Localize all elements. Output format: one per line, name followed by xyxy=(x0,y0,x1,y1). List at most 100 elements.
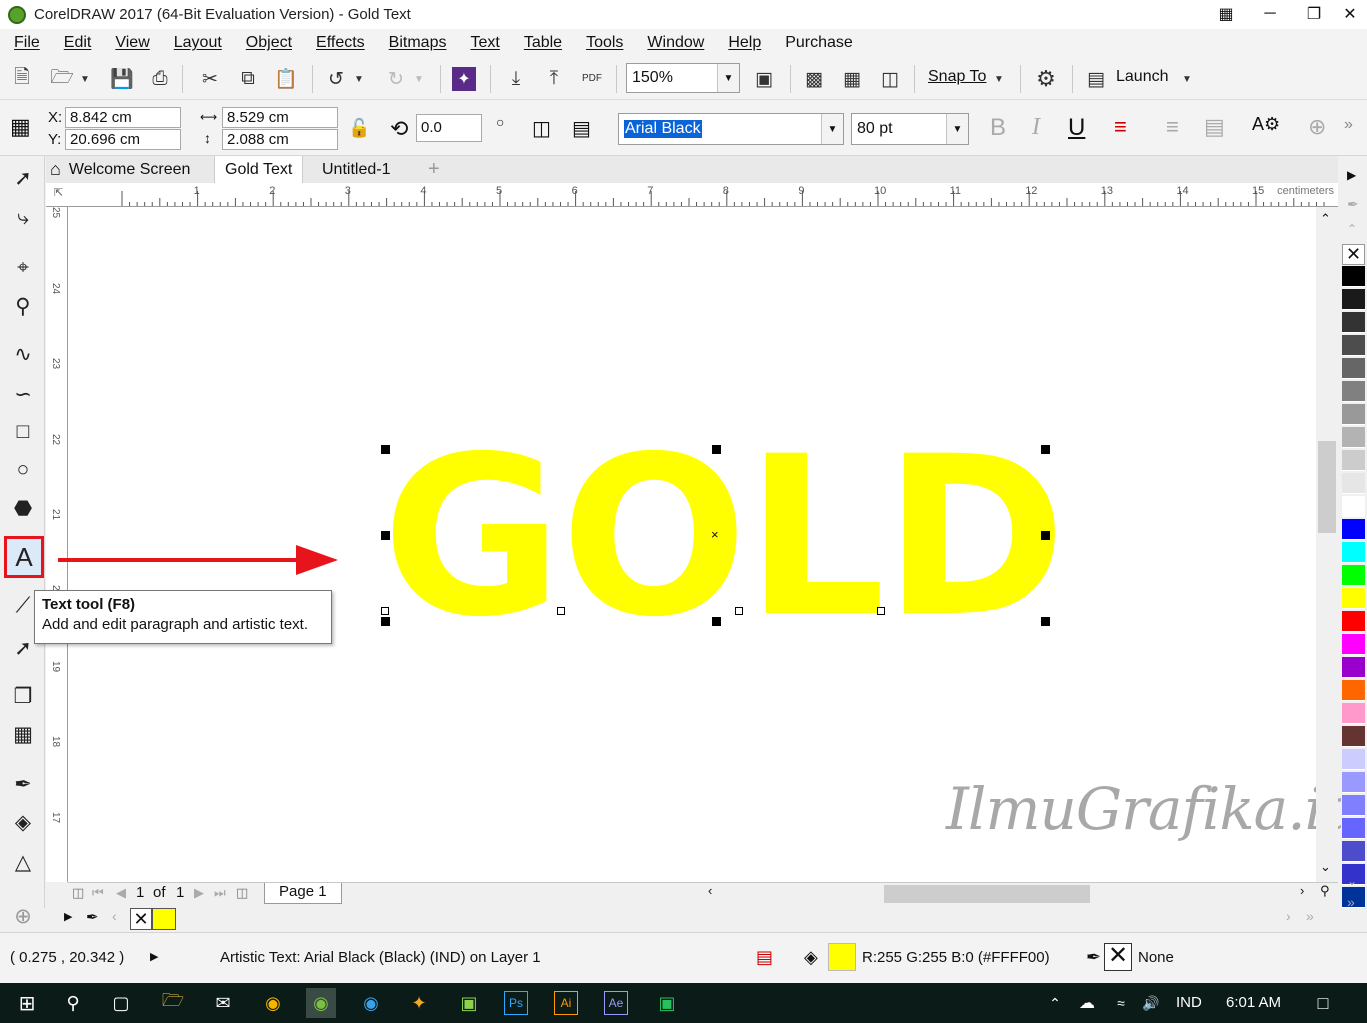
open-icon[interactable]: 🗁 xyxy=(48,65,76,93)
menu-table[interactable]: Table xyxy=(512,34,574,52)
handle-middle-left[interactable] xyxy=(381,531,390,540)
node-handle[interactable] xyxy=(557,607,565,615)
palette-swatch[interactable] xyxy=(1342,818,1365,839)
corel-connect-icon[interactable]: ✦ xyxy=(452,67,476,91)
shape-tool-icon[interactable]: ⤷ xyxy=(7,202,39,234)
palette-swatch[interactable] xyxy=(1342,772,1365,793)
menu-object[interactable]: Object xyxy=(234,34,304,52)
lock-ratio-icon[interactable]: 🔓 xyxy=(348,118,370,139)
bold-button[interactable]: B xyxy=(990,114,1006,142)
node-handle[interactable] xyxy=(735,607,743,615)
palette-swatch[interactable] xyxy=(1342,588,1365,609)
palette-swatch[interactable] xyxy=(1342,634,1365,655)
navigator-zoom-icon[interactable]: ⚲ xyxy=(1320,883,1330,899)
transparency-tool-icon[interactable]: ▦ xyxy=(7,718,39,750)
hscroll-thumb[interactable] xyxy=(884,885,1090,903)
fill-bucket-icon[interactable]: ◈ xyxy=(804,947,818,968)
language-indicator[interactable]: IND xyxy=(1176,994,1202,1011)
palette-swatch[interactable] xyxy=(1342,519,1365,540)
menu-effects[interactable]: Effects xyxy=(304,34,377,52)
redo-dropdown-icon[interactable]: ▼ xyxy=(410,65,428,93)
last-page-icon[interactable]: ⏭ xyxy=(214,885,226,901)
palette-swatch[interactable] xyxy=(1342,611,1365,632)
palette-swatch[interactable] xyxy=(1342,335,1365,356)
new-tab-icon[interactable]: + xyxy=(418,156,450,183)
export-icon[interactable]: ⤒ xyxy=(540,65,568,93)
zoom-tool-icon[interactable]: ⚲ xyxy=(7,290,39,322)
add-toolbar-icon[interactable]: ⊕ xyxy=(1308,114,1326,140)
doc-palette-flyout-icon[interactable]: ▶ xyxy=(64,910,72,923)
first-page-icon[interactable]: ⏮ xyxy=(92,885,104,901)
palette-swatch[interactable] xyxy=(1342,358,1365,379)
palette-swatch[interactable] xyxy=(1342,404,1365,425)
hscroll-left-icon[interactable]: ‹ xyxy=(708,883,712,898)
doc-palette-eyedropper-icon[interactable]: ✒ xyxy=(86,908,99,926)
doc-yellow-swatch[interactable] xyxy=(152,908,176,930)
y-position-field[interactable]: 20.696 cm xyxy=(65,129,181,150)
onedrive-icon[interactable]: ☁ xyxy=(1072,988,1102,1018)
pick-tool-icon[interactable]: ➚ xyxy=(7,162,39,194)
launch-icon[interactable]: ▤ xyxy=(1082,65,1110,93)
menu-purchase[interactable]: Purchase xyxy=(773,34,865,52)
undo-icon[interactable]: ↺ xyxy=(322,65,350,93)
status-expand-icon[interactable]: ▶ xyxy=(150,950,158,963)
palette-swatch[interactable] xyxy=(1342,841,1365,862)
palette-swatch[interactable] xyxy=(1342,542,1365,563)
scroll-down-icon[interactable]: ⌄ xyxy=(1320,859,1331,875)
add-tool-icon[interactable]: ⊕ xyxy=(7,900,39,932)
palette-swatch[interactable] xyxy=(1342,289,1365,310)
handle-bottom-center[interactable] xyxy=(712,617,721,626)
open-dropdown-icon[interactable]: ▼ xyxy=(76,65,94,93)
menu-bitmaps[interactable]: Bitmaps xyxy=(377,34,459,52)
fill-color-swatch[interactable] xyxy=(828,943,856,971)
palette-more-icon[interactable]: » xyxy=(1347,894,1355,910)
palette-swatch[interactable] xyxy=(1342,427,1365,448)
show-grid-icon[interactable]: ▦ xyxy=(838,65,866,93)
after-effects-icon[interactable]: Ae xyxy=(604,991,628,1015)
drop-shadow-icon[interactable]: ❐ xyxy=(7,680,39,712)
tray-chevron-icon[interactable]: ⌃ xyxy=(1040,988,1070,1018)
menu-edit[interactable]: Edit xyxy=(52,34,104,52)
search-icon[interactable]: ⚲ xyxy=(58,988,88,1018)
close-button[interactable]: ✕ xyxy=(1332,2,1367,26)
more-icon[interactable]: » xyxy=(1344,116,1353,134)
rectangle-tool-icon[interactable]: □ xyxy=(7,416,39,448)
tab-untitled-1[interactable]: Untitled-1 xyxy=(312,156,400,183)
vscroll-thumb[interactable] xyxy=(1318,441,1336,533)
launch-dropdown-icon[interactable]: ▼ xyxy=(1178,65,1196,93)
ellipse-tool-icon[interactable]: ○ xyxy=(7,454,39,486)
eyedropper-icon[interactable]: ✒ xyxy=(7,768,39,800)
notifications-icon[interactable]: □ xyxy=(1308,988,1338,1018)
camtasia-icon[interactable]: ▣ xyxy=(652,988,682,1018)
add-page-before-icon[interactable]: ◫ xyxy=(72,885,84,901)
palette-swatch[interactable] xyxy=(1342,496,1365,517)
windows-start-icon[interactable]: ⊞ xyxy=(12,988,42,1018)
mirror-vertical-icon[interactable]: ▤ xyxy=(572,116,591,141)
paste-icon[interactable]: 📋 xyxy=(272,65,300,93)
scroll-up-icon[interactable]: ⌃ xyxy=(1320,211,1331,227)
gold-artistic-text[interactable]: GOLD xyxy=(382,427,1066,647)
illustrator-icon[interactable]: Ai xyxy=(554,991,578,1015)
rotation-field[interactable]: 0.0 xyxy=(416,114,482,142)
palette-swatch[interactable] xyxy=(1342,657,1365,678)
palette-swatch[interactable] xyxy=(1342,565,1365,586)
edge-icon[interactable]: ◉ xyxy=(356,988,386,1018)
menu-window[interactable]: Window xyxy=(635,34,716,52)
palette-scroll-down-icon[interactable]: ⌄ xyxy=(1347,874,1357,888)
publish-pdf-icon[interactable]: PDF xyxy=(578,65,606,93)
palette-swatch[interactable] xyxy=(1342,680,1365,701)
handle-top-right[interactable] xyxy=(1041,445,1050,454)
zoom-combo[interactable]: 150% ▼ xyxy=(626,63,740,93)
drop-cap-icon[interactable]: ▤ xyxy=(1204,114,1225,140)
print-icon[interactable]: ⎙ xyxy=(146,65,174,93)
font-dropdown-icon[interactable]: ▼ xyxy=(821,114,843,144)
volume-icon[interactable]: 🔊 xyxy=(1136,988,1166,1018)
next-page-icon[interactable]: ▶ xyxy=(194,885,204,901)
font-size-combo[interactable]: 80 pt ▼ xyxy=(851,113,969,145)
outline-color-swatch[interactable]: ✕ xyxy=(1104,943,1132,971)
show-rulers-icon[interactable]: ▩ xyxy=(800,65,828,93)
menu-help[interactable]: Help xyxy=(716,34,773,52)
polygon-tool-icon[interactable]: ⬣ xyxy=(7,492,39,524)
interactive-fill-icon[interactable]: ◈ xyxy=(7,806,39,838)
clock[interactable]: 6:01 AM xyxy=(1226,994,1281,1011)
